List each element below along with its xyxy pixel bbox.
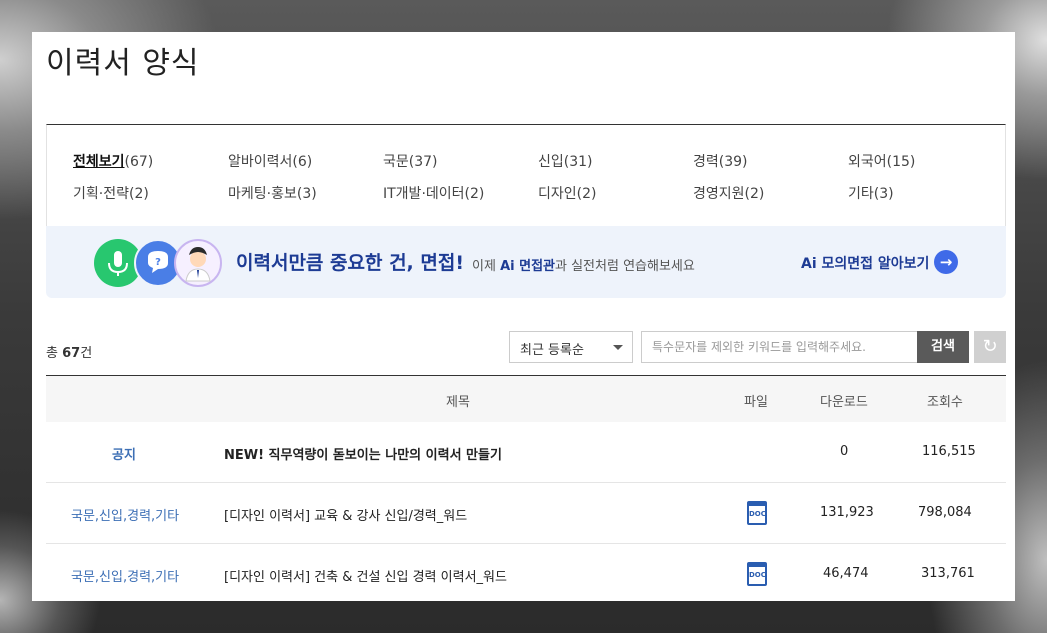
category-it-data[interactable]: IT개발·데이터(2)	[383, 183, 484, 203]
sort-select[interactable]: 최근 등록순	[509, 331, 633, 363]
row-views: 313,761	[921, 566, 975, 581]
category-foreign-language[interactable]: 외국어(15)	[848, 151, 915, 171]
banner-headline: 이력서만큼 중요한 건, 면접!	[236, 252, 465, 274]
row-downloads: 131,923	[820, 505, 874, 520]
chevron-down-icon	[613, 345, 623, 350]
resume-table: 제목 파일 다운로드 조회수 공지 NEW! 직무역량이 돋보이는 나만의 이력…	[46, 375, 1006, 601]
table-row[interactable]: 공지 NEW! 직무역량이 돋보이는 나만의 이력서 만들기 0 116,515	[46, 422, 1006, 483]
ai-interview-banner[interactable]: ? 이력서만큼 중요한 건, 면접! 이제 Ai 면접관과 실전처럼 연습해보세…	[46, 226, 1006, 298]
category-design[interactable]: 디자인(2)	[538, 183, 596, 203]
doc-file-icon[interactable]: DOC	[747, 501, 767, 525]
row-title[interactable]: [디자인 이력서] 건축 & 건설 신입 경력 이력서_워드	[224, 566, 507, 585]
doc-file-icon[interactable]: DOC	[747, 562, 767, 586]
category-all[interactable]: 전체보기(67)	[73, 151, 153, 171]
row-views: 798,084	[918, 505, 972, 520]
row-downloads: 46,474	[823, 566, 869, 581]
banner-subtext: 이제 Ai 면접관과 실전처럼 연습해보세요	[472, 259, 695, 274]
row-title[interactable]: [디자인 이력서] 교육 & 강사 신입/경력_워드	[224, 505, 467, 524]
category-korean[interactable]: 국문(37)	[383, 151, 438, 171]
category-part-time[interactable]: 알바이력서(6)	[228, 151, 312, 171]
arrow-right-icon[interactable]: →	[934, 250, 958, 274]
svg-text:?: ?	[155, 257, 161, 268]
category-etc[interactable]: 기타(3)	[848, 183, 894, 203]
row-category[interactable]: 국문,신입,경력,기타	[71, 566, 179, 585]
table-row[interactable]: 국문,신입,경력,기타 [디자인 이력서] 건축 & 건설 신입 경력 이력서_…	[46, 544, 1006, 601]
header-file: 파일	[744, 395, 768, 410]
table-row[interactable]: 국문,신입,경력,기타 [디자인 이력서] 교육 & 강사 신입/경력_워드 D…	[46, 483, 1006, 544]
row-category[interactable]: 공지	[112, 444, 136, 463]
total-count: 총 67건	[46, 346, 93, 361]
category-filter-box: 전체보기(67) 알바이력서(6) 국문(37) 신입(31) 경력(39) 외…	[46, 124, 1006, 226]
category-planning[interactable]: 기획·전략(2)	[73, 183, 149, 203]
category-new-grad[interactable]: 신입(31)	[538, 151, 593, 171]
row-category[interactable]: 국문,신입,경력,기타	[71, 505, 179, 524]
page-title: 이력서 양식	[46, 46, 200, 81]
header-views: 조회수	[927, 395, 963, 410]
table-header: 제목 파일 다운로드 조회수	[46, 375, 1006, 422]
resume-template-page: 이력서 양식 전체보기(67) 알바이력서(6) 국문(37) 신입(31) 경…	[32, 32, 1015, 601]
interviewer-avatar	[174, 239, 222, 287]
reset-icon[interactable]: ↻	[974, 331, 1006, 363]
category-experienced[interactable]: 경력(39)	[693, 151, 748, 171]
category-marketing[interactable]: 마케팅·홍보(3)	[228, 183, 317, 203]
search-input[interactable]	[641, 331, 918, 363]
row-views: 116,515	[922, 444, 976, 459]
row-downloads: 0	[840, 444, 849, 459]
header-title: 제목	[446, 395, 470, 410]
header-downloads: 다운로드	[820, 395, 868, 410]
category-management[interactable]: 경영지원(2)	[693, 183, 764, 203]
ai-interview-link[interactable]: Ai 모의면접 알아보기	[801, 253, 929, 273]
search-button[interactable]: 검색	[917, 331, 969, 363]
row-title[interactable]: NEW! 직무역량이 돋보이는 나만의 이력서 만들기	[224, 444, 502, 463]
